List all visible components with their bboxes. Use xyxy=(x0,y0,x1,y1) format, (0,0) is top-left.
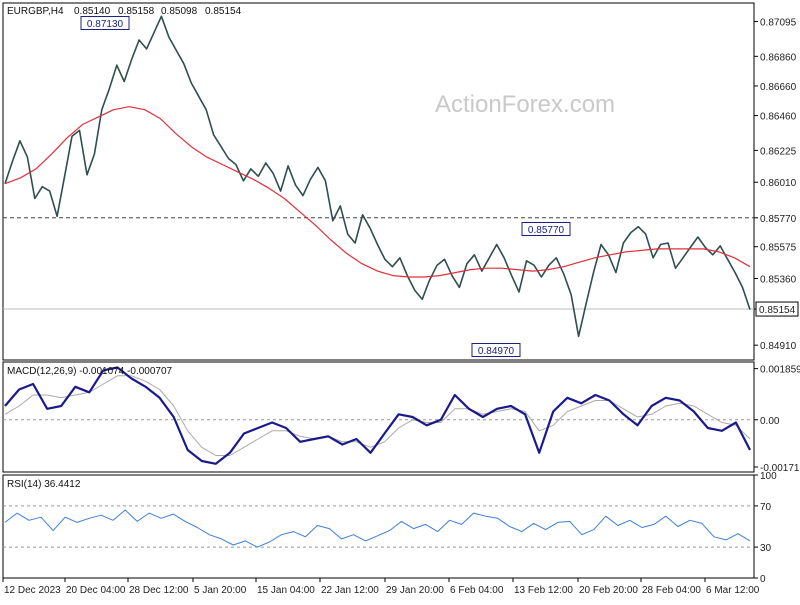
rsi-tick-label: 0 xyxy=(760,574,766,585)
main-tick-label: 0.86460 xyxy=(760,112,797,123)
x-tick-label: 13 Feb 12:00 xyxy=(514,585,573,596)
macd-title: MACD(12,26,9) -0.001074 -0.000707 xyxy=(7,366,173,377)
price-title: EURGBP,H4 xyxy=(7,6,64,17)
ohlc-value: 0.85098 xyxy=(161,6,198,17)
main-tick-label: 0.85770 xyxy=(760,214,797,225)
low-label: 0.84970 xyxy=(478,346,515,357)
chart-background xyxy=(0,0,800,600)
chart-container: ActionForex.com 0.87095 0.86860 0.86660 0.8… xyxy=(0,0,800,600)
rsi-title: RSI(14) 36.4412 xyxy=(7,479,81,490)
ohlc-value: 0.85140 xyxy=(74,6,111,17)
ohlc-value: 0.85158 xyxy=(118,6,155,17)
current-price-tag: 0.85154 xyxy=(759,305,796,316)
x-tick-label: 12 Dec 2023 xyxy=(4,585,61,596)
x-tick-label: 5 Jan 20:00 xyxy=(194,585,247,596)
high-label: 0.87130 xyxy=(87,19,124,30)
watermark-text: ActionForex.com xyxy=(435,91,615,118)
x-tick-label: 22 Jan 12:00 xyxy=(321,585,379,596)
x-tick-label: 28 Feb 04:00 xyxy=(642,585,701,596)
macd-tick-label: 0.00 xyxy=(760,416,780,427)
chart-svg: ActionForex.com 0.87095 0.86860 0.86660 0.8… xyxy=(0,0,800,600)
macd-tick-label: 0.001859 xyxy=(760,365,800,376)
main-tick-label: 0.85360 xyxy=(760,275,797,286)
main-tick-label: 0.85575 xyxy=(760,243,797,254)
rsi-tick-label: 100 xyxy=(760,471,777,482)
x-tick-label: 29 Jan 20:00 xyxy=(386,585,444,596)
rsi-tick-label: 70 xyxy=(760,502,772,513)
main-tick-label: 0.86225 xyxy=(760,146,797,157)
main-tick-label: 0.84910 xyxy=(760,341,797,352)
main-tick-label: 0.87095 xyxy=(760,18,797,29)
main-tick-label: 0.86660 xyxy=(760,82,797,93)
x-tick-label: 20 Feb 20:00 xyxy=(579,585,638,596)
main-tick-label: 0.86860 xyxy=(760,52,797,63)
rsi-tick-label: 30 xyxy=(760,543,772,554)
x-tick-label: 20 Dec 04:00 xyxy=(66,585,126,596)
x-tick-label: 15 Jan 04:00 xyxy=(257,585,315,596)
x-tick-label: 6 Feb 04:00 xyxy=(450,585,504,596)
watermark-layer: ActionForex.com xyxy=(435,91,615,118)
x-tick-label: 28 Dec 12:00 xyxy=(129,585,189,596)
ohlc-value: 0.85154 xyxy=(205,6,242,17)
x-tick-label: 6 Mar 12:00 xyxy=(706,585,760,596)
main-tick-label: 0.86010 xyxy=(760,178,797,189)
swing-high-label: 0.85770 xyxy=(528,225,565,236)
